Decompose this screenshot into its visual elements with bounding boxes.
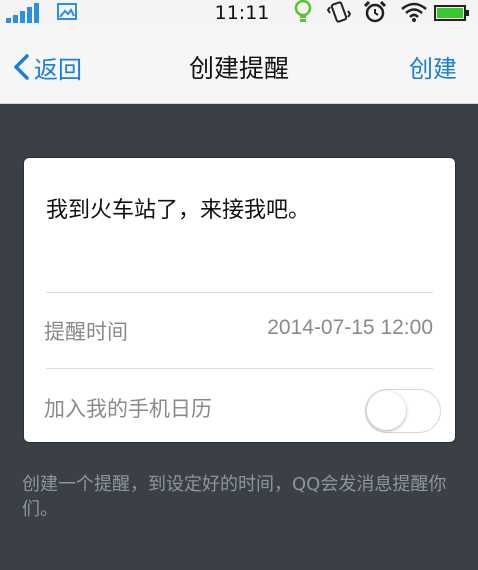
nav-bar: 返回 创建提醒 创建 [0,26,478,104]
divider [46,368,433,369]
vibrate-icon [327,1,351,23]
calendar-toggle[interactable] [365,389,441,433]
status-bar: 11:11 [0,0,478,26]
signal-icon [6,3,46,23]
alarm-icon [363,0,387,23]
divider [46,292,433,293]
bulb-icon [294,0,312,22]
reminder-message[interactable]: 我到火车站了，来接我吧。 [46,192,310,224]
image-icon [57,3,77,20]
status-time: 11:11 [214,2,270,24]
reminder-card: 我到火车站了，来接我吧。 提醒时间 2014-07-15 12:00 加入我的手… [23,157,456,443]
toggle-knob [367,391,406,430]
create-button[interactable]: 创建 [409,49,457,84]
reminder-time-value[interactable]: 2014-07-15 12:00 [267,316,433,340]
battery-icon [434,5,469,21]
wifi-icon [401,2,427,22]
page-title: 创建提醒 [188,54,289,83]
calendar-label: 加入我的手机日历 [44,397,212,421]
reminder-time-label: 提醒时间 [44,320,128,344]
footnote-text: 创建一个提醒，到设定好的时间，QQ会发消息提醒你们。 [22,474,447,520]
